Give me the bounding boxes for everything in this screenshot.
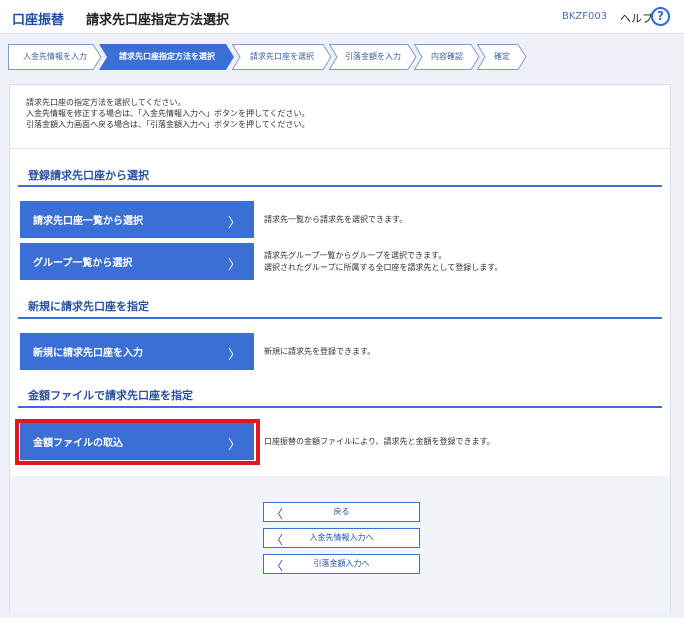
back-button[interactable]: 〈 戻る — [263, 502, 420, 522]
chevron-left-icon: 〈 — [271, 533, 284, 547]
chevron-left-icon: 〈 — [271, 559, 284, 573]
section-title-registered: 登録請求先口座から選択 — [28, 169, 149, 182]
section-title-new: 新規に請求先口座を指定 — [28, 300, 149, 313]
group-list-description: 請求先グループ一覧からグループを選択できます。 選択されたグループに所属する全口… — [264, 251, 503, 272]
service-name: 口座振替 — [12, 13, 65, 28]
chevron-right-icon: 〉 — [227, 348, 241, 363]
amount-file-description: 口座振替の金額ファイルにより、請求先と金額を登録できます。 — [264, 437, 495, 446]
section-title-file: 金額ファイルで請求先口座を指定 — [28, 389, 193, 402]
main-card: 請求先口座の指定方法を選択してください。 入金先情報を修正する場合は、「入金先情… — [9, 84, 671, 612]
select-from-account-list-button[interactable]: 請求先口座一覧から選択 〉 — [20, 201, 254, 238]
section-underline — [18, 185, 662, 187]
instruction-line: 入金先情報を修正する場合は、「入金先情報入力へ」ボタンを押してください。 — [26, 109, 310, 118]
instruction-line: 引落金額入力画面へ戻る場合は、「引落金額入力へ」ボタンを押してください。 — [26, 120, 310, 129]
chevron-right-icon: 〉 — [227, 216, 241, 231]
step-select-account: 請求先口座を選択 — [232, 44, 332, 70]
account-list-description: 請求先一覧から請求先を選択できます。 — [264, 215, 408, 224]
to-amount-input-button[interactable]: 〈 引落金額入力へ — [263, 554, 420, 574]
new-account-description: 新規に請求先を登録できます。 — [264, 347, 376, 356]
step-select-method: 請求先口座指定方法を選択 — [99, 44, 235, 70]
instruction-line: 請求先口座の指定方法を選択してください。 — [26, 98, 186, 107]
step-enter-payee: 入金先情報を入力 — [8, 44, 102, 70]
section-underline — [18, 406, 662, 408]
section-underline — [18, 317, 662, 319]
to-payee-info-button[interactable]: 〈 入金先情報入力へ — [263, 528, 420, 548]
page-header: 口座振替 請求先口座指定方法選択 BKZF003 ヘルプ ? — [0, 0, 684, 34]
chevron-right-icon: 〉 — [227, 258, 241, 273]
step-enter-amount: 引落金額を入力 — [329, 44, 417, 70]
step-progress-bar: 入金先情報を入力 請求先口座指定方法を選択 請求先口座を選択 引落金額を入力 内… — [8, 44, 528, 70]
highlight-box — [15, 419, 260, 465]
help-link[interactable]: ヘルプ — [620, 10, 653, 26]
help-icon[interactable]: ? — [651, 7, 670, 26]
step-finalize: 確定 — [477, 44, 527, 70]
enter-new-account-button[interactable]: 新規に請求先口座を入力 〉 — [20, 333, 254, 370]
footer-actions: 〈 戻る 〈 入金先情報入力へ 〈 引落金額入力へ — [10, 476, 670, 612]
step-confirm: 内容確認 — [414, 44, 480, 70]
screen-code: BKZF003 — [562, 11, 608, 22]
instructions: 請求先口座の指定方法を選択してください。 入金先情報を修正する場合は、「入金先情… — [26, 97, 310, 130]
page-title: 請求先口座指定方法選択 — [86, 13, 230, 28]
divider — [10, 148, 670, 149]
chevron-left-icon: 〈 — [271, 507, 284, 521]
select-from-group-list-button[interactable]: グループ一覧から選択 〉 — [20, 243, 254, 280]
